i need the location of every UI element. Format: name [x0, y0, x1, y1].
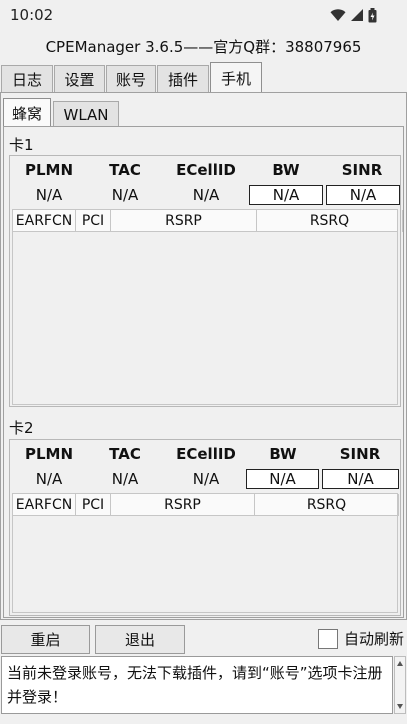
status-time: 10:02 — [10, 6, 54, 24]
card2-bw-header: BW — [269, 445, 297, 463]
auto-refresh-label[interactable]: 自动刷新 — [344, 628, 404, 649]
tab-wlan[interactable]: WLAN — [53, 101, 119, 127]
card1-sinr-value: N/A — [326, 185, 400, 205]
cellular-panel: 卡1 PLMN TAC ECellID BW SINR N/A N/A N/A … — [3, 126, 404, 618]
scroll-down-arrow-icon[interactable] — [397, 704, 403, 709]
card1-sinr-header: SINR — [341, 161, 383, 179]
status-icons — [330, 7, 377, 23]
card2-bw-value: N/A — [246, 469, 319, 489]
battery-icon — [368, 7, 377, 22]
tab-settings[interactable]: 设置 — [54, 65, 105, 93]
app-title: CPEManager 3.6.5——官方Q群：38807965 — [45, 38, 362, 56]
card1-ecellid-header: ECellID — [176, 161, 236, 179]
card2-col-rsrp[interactable]: RSRP — [111, 494, 255, 516]
card2-plmn-header: PLMN — [24, 445, 74, 463]
card1-tac-value: N/A — [111, 186, 139, 204]
card1-plmn-value: N/A — [35, 186, 63, 204]
card2-col-rsrq[interactable]: RSRQ — [255, 494, 399, 516]
card1-bw-header: BW — [272, 161, 300, 179]
card2-header-row: PLMN TAC ECellID BW SINR — [10, 442, 400, 466]
restart-button[interactable]: 重启 — [1, 625, 90, 654]
card2-ecellid-header: ECellID — [176, 445, 236, 463]
card2-value-row: N/A N/A N/A N/A N/A — [10, 467, 400, 491]
signal-icon — [351, 9, 363, 21]
card1-ecellid-value: N/A — [192, 186, 220, 204]
card1-box: PLMN TAC ECellID BW SINR N/A N/A N/A N/A… — [9, 155, 403, 407]
scroll-up-arrow-icon[interactable] — [397, 661, 403, 666]
tab-account[interactable]: 账号 — [106, 65, 156, 93]
card2-tac-value: N/A — [111, 470, 139, 488]
card1-value-row: N/A N/A N/A N/A N/A — [10, 183, 400, 207]
card2-ecellid-value: N/A — [192, 470, 220, 488]
card2-sinr-value: N/A — [322, 469, 399, 489]
card2-sinr-header: SINR — [339, 445, 381, 463]
card2-plmn-value: N/A — [35, 470, 63, 488]
wifi-icon — [330, 9, 346, 21]
tab-cellular[interactable]: 蜂窝 — [3, 98, 51, 127]
card1-tac-header: TAC — [109, 161, 141, 179]
card1-label: 卡1 — [9, 136, 34, 154]
card1-header-row: PLMN TAC ECellID BW SINR — [10, 158, 400, 182]
card1-table-header: EARFCN PCI RSRP RSRQ — [13, 210, 403, 232]
card1-col-earfcn[interactable]: EARFCN — [13, 210, 76, 232]
sub-tabs: 蜂窝 WLAN — [3, 97, 121, 127]
card1-bw-value: N/A — [249, 185, 323, 205]
card1-col-pci[interactable]: PCI — [76, 210, 111, 232]
card2-table-header: EARFCN PCI RSRP RSRQ — [13, 494, 399, 516]
auto-refresh[interactable]: 自动刷新 — [318, 628, 404, 649]
card2-col-pci[interactable]: PCI — [76, 494, 111, 516]
phone-panel: 蜂窝 WLAN 卡1 PLMN TAC ECellID BW SINR N/A … — [0, 92, 407, 620]
card1-col-rsrp[interactable]: RSRP — [111, 210, 257, 232]
card1-plmn-header: PLMN — [24, 161, 74, 179]
card2-cell-table[interactable]: EARFCN PCI RSRP RSRQ — [12, 493, 399, 613]
message-box[interactable]: 当前未登录账号，无法下载插件，请到“账号”选项卡注册并登录！ — [1, 656, 393, 714]
card2-box: PLMN TAC ECellID BW SINR N/A N/A N/A N/A… — [9, 439, 401, 616]
tab-log[interactable]: 日志 — [1, 65, 53, 93]
status-bar: 10:02 — [0, 0, 407, 30]
message-scrollbar[interactable] — [394, 656, 406, 714]
auto-refresh-checkbox[interactable] — [318, 628, 338, 649]
card2-col-earfcn[interactable]: EARFCN — [13, 494, 76, 516]
tab-plugins[interactable]: 插件 — [157, 65, 209, 93]
card2-tac-header: TAC — [109, 445, 141, 463]
card2-label: 卡2 — [9, 419, 34, 437]
main-tabs: 日志 设置 账号 插件 手机 — [0, 62, 407, 93]
tab-phone[interactable]: 手机 — [210, 62, 262, 93]
exit-button[interactable]: 退出 — [95, 625, 185, 654]
card1-cell-table[interactable]: EARFCN PCI RSRP RSRQ — [12, 209, 403, 405]
card1-col-rsrq[interactable]: RSRQ — [257, 210, 403, 232]
